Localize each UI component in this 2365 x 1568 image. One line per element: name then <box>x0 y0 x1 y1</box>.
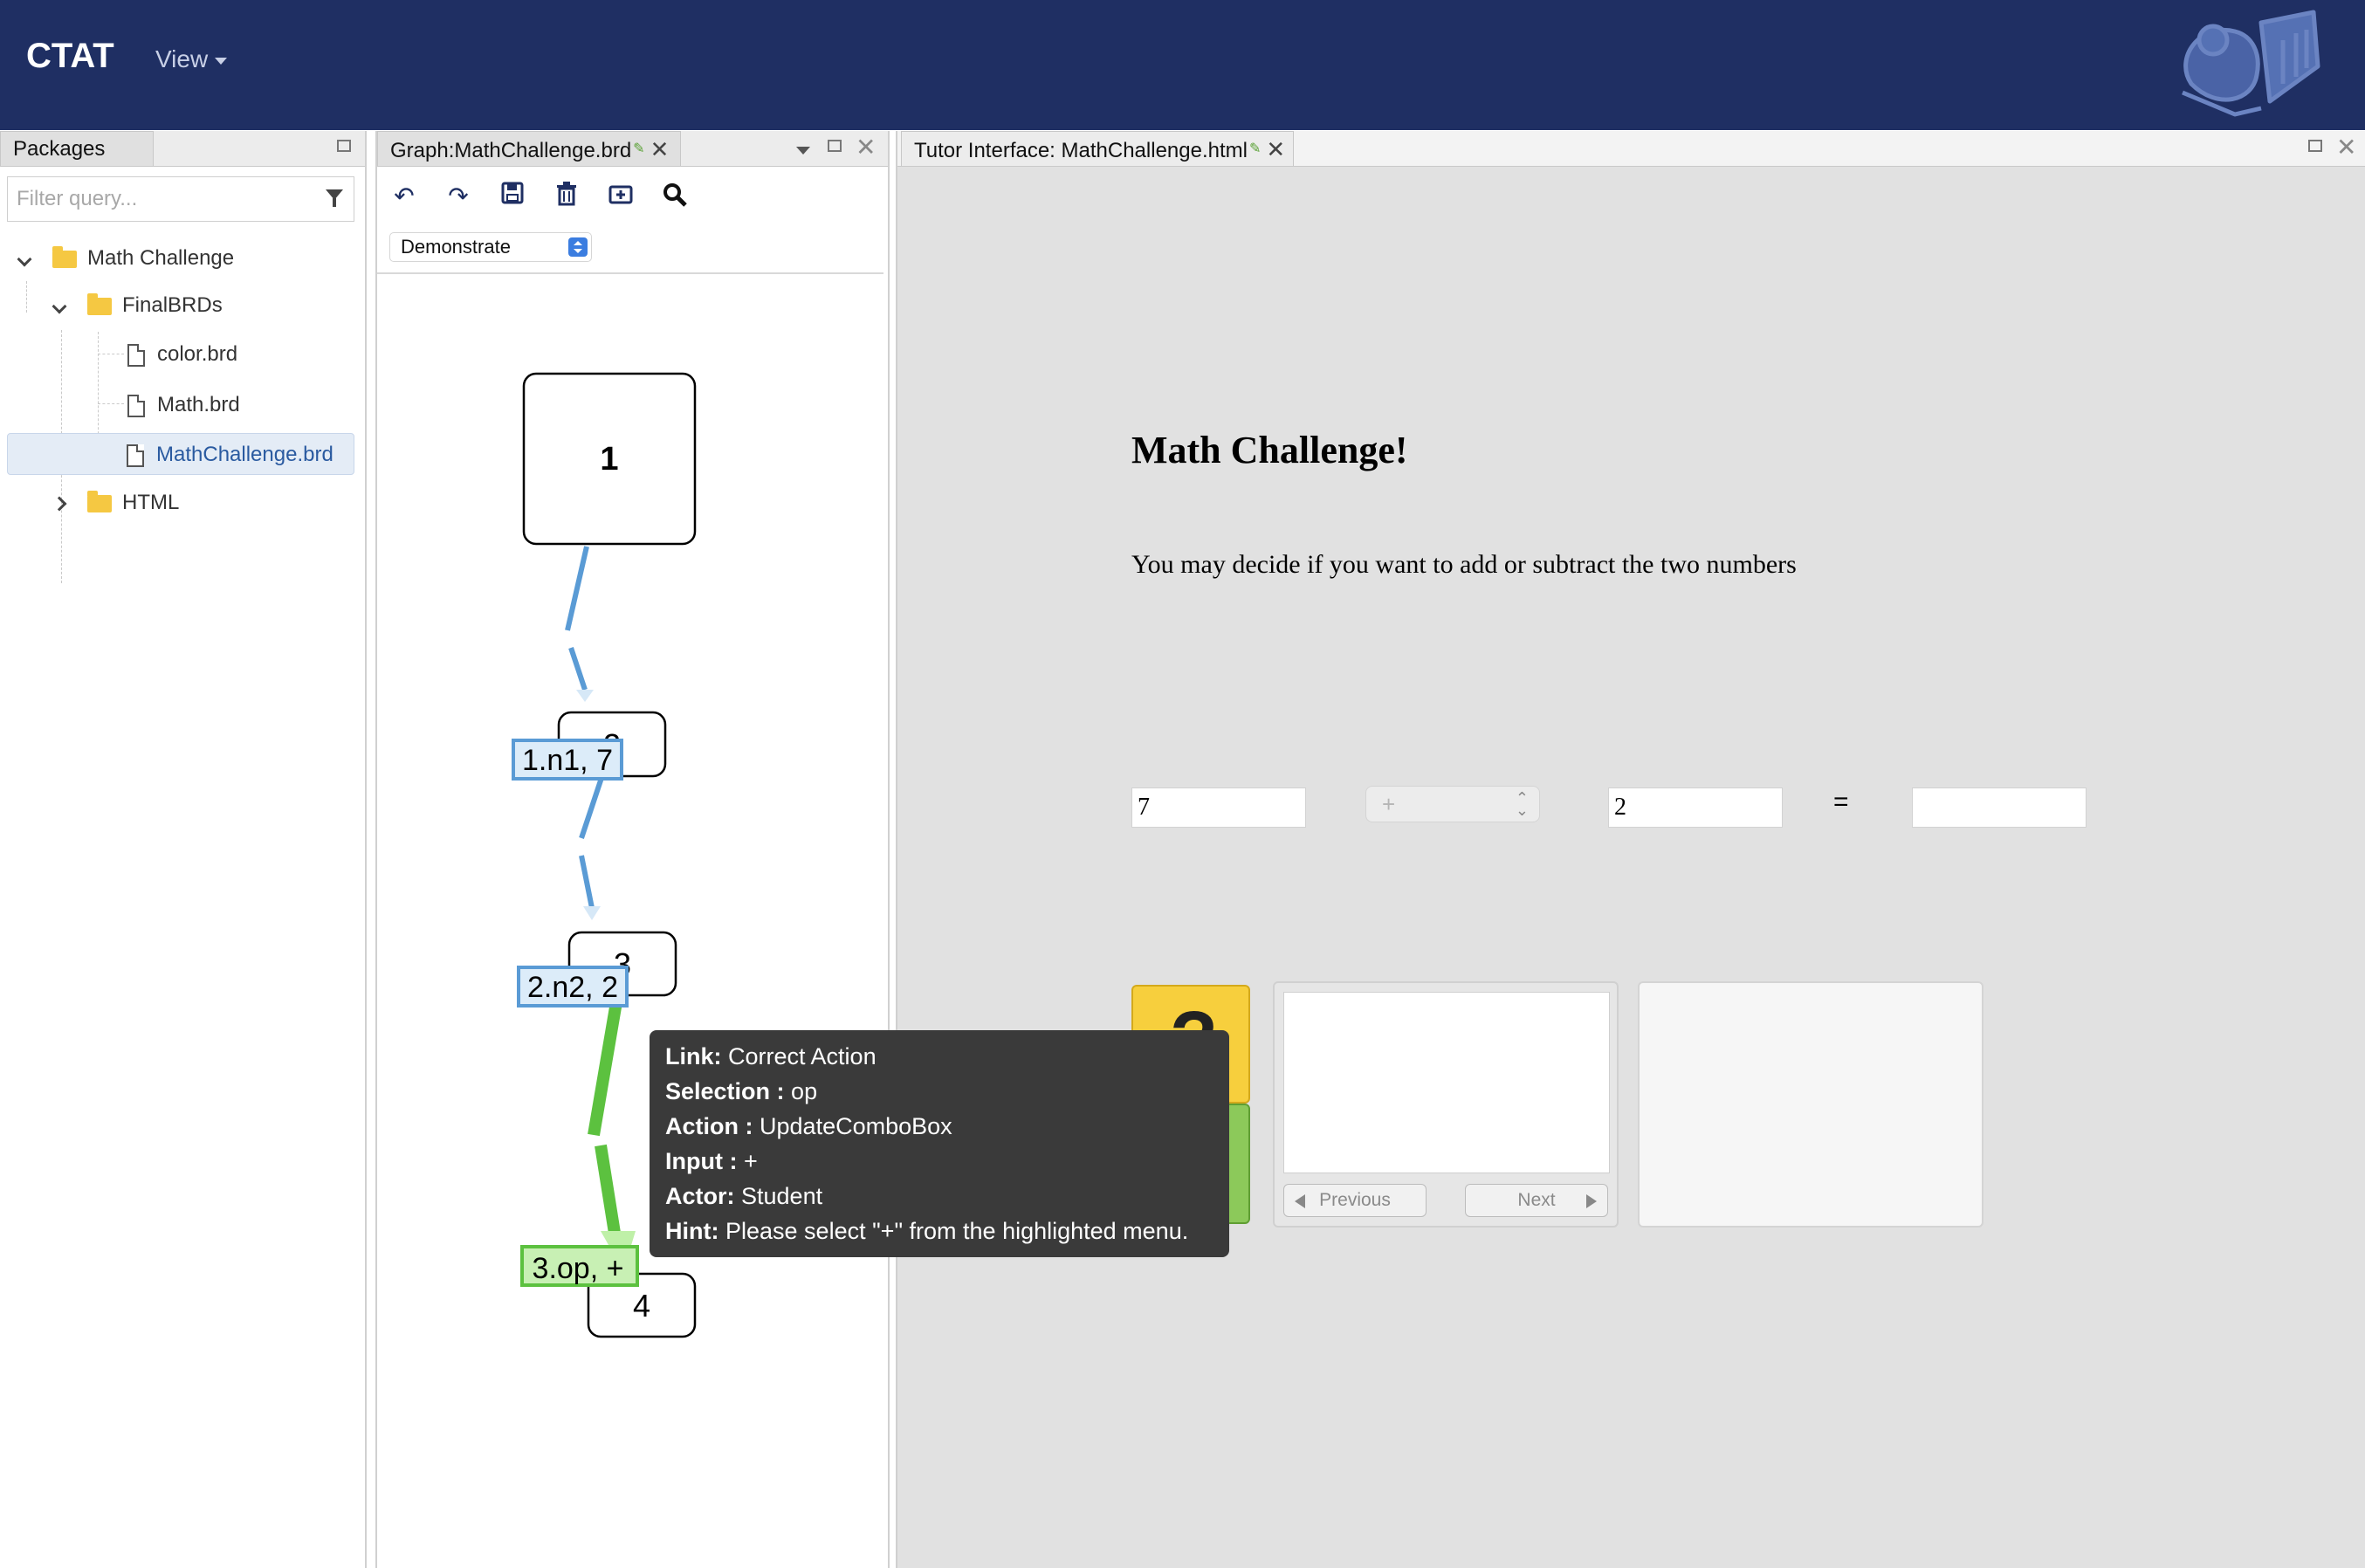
tree-item-label: HTML <box>122 491 180 514</box>
view-menu[interactable]: View <box>155 45 228 73</box>
folder-icon <box>87 490 112 512</box>
tree-item-html[interactable]: HTML <box>52 482 180 524</box>
edge-arrowhead <box>576 690 594 702</box>
maximize-icon[interactable] <box>2308 140 2322 152</box>
edge-label: 1.n1, 7 <box>522 744 613 777</box>
tree-item-finalbrds[interactable]: FinalBRDs <box>52 285 223 327</box>
edge-arrowhead <box>583 906 601 920</box>
tooltip-row-actor: Actor: Student <box>665 1179 1213 1214</box>
edge-line[interactable] <box>565 546 589 631</box>
packages-tabstrip: Packages <box>0 131 365 167</box>
skill-window <box>1638 981 1983 1228</box>
previous-button[interactable]: Previous <box>1283 1184 1427 1217</box>
behavior-graph: 1 2 3 4 1.n1, 7 2.n2, 2 3.op, + <box>512 372 697 1338</box>
chevron-right-icon <box>52 496 67 512</box>
tooltip-value: + <box>743 1148 758 1174</box>
tree-item-math-challenge[interactable]: Math Challenge <box>17 237 235 279</box>
chevron-down-icon <box>215 57 228 65</box>
tooltip-key: Actor: <box>665 1183 735 1209</box>
tooltip-value: UpdateComboBox <box>760 1113 952 1139</box>
tree-guide <box>98 403 124 404</box>
tree-item-file-selected[interactable]: MathChallenge.brd <box>7 433 354 475</box>
tooltip-key: Selection : <box>665 1078 785 1104</box>
tree-item-label: Math Challenge <box>87 246 235 270</box>
tutor-instructions: You may decide if you want to add or sub… <box>1131 550 1797 579</box>
number2-input[interactable]: 2 <box>1608 787 1783 828</box>
hint-text-area <box>1283 992 1610 1173</box>
tree-item-label: Math.brd <box>157 393 240 416</box>
tooltip-value: Student <box>741 1183 823 1209</box>
view-menu-label: View <box>155 45 209 72</box>
tutor-title: Math Challenge! <box>1131 429 1408 471</box>
tree-item-label: FinalBRDs <box>122 293 223 317</box>
close-icon[interactable]: ✕ <box>2336 133 2356 162</box>
chevron-left-icon <box>1295 1194 1305 1208</box>
operator-select-value: + <box>1382 791 1396 817</box>
tutor-interface-panel: Tutor Interface: MathChallenge.html ✎ ✕ ✕ … <box>896 131 2365 1568</box>
folder-icon <box>87 292 112 315</box>
file-icon <box>127 444 144 467</box>
answer-input[interactable] <box>1912 787 2087 828</box>
tab-tutor-label: Tutor Interface: MathChallenge.html <box>914 139 1248 162</box>
filter-box <box>7 176 354 222</box>
tab-packages-label: Packages <box>13 137 106 161</box>
tooltip-key: Input : <box>665 1148 738 1174</box>
chevron-down-icon <box>17 251 32 267</box>
tooltip-key: Link: <box>665 1043 722 1069</box>
edge-line[interactable] <box>579 855 595 909</box>
file-icon <box>127 394 145 417</box>
tree-item-label: color.brd <box>157 342 238 366</box>
chevron-down-icon <box>52 299 67 314</box>
next-button-label: Next <box>1517 1190 1556 1210</box>
tooltip-row-selection: Selection : op <box>665 1074 1213 1109</box>
next-button[interactable]: Next <box>1465 1184 1608 1217</box>
graph-node-label: 4 <box>633 1288 650 1324</box>
tooltip-row-action: Action : UpdateComboBox <box>665 1109 1213 1144</box>
packages-panel: Packages Math Challenge FinalBRDs color.… <box>0 131 367 1568</box>
tutor-tabstrip: Tutor Interface: MathChallenge.html ✎ ✕ ✕ <box>897 131 2365 167</box>
filter-query-input[interactable] <box>8 177 306 221</box>
chevron-right-icon <box>1586 1194 1597 1208</box>
tree-item-file[interactable]: Math.brd <box>127 384 240 426</box>
modified-icon: ✎ <box>1248 141 1262 156</box>
operator-select[interactable]: + ⌃ ⌄ <box>1365 786 1540 822</box>
file-icon <box>127 343 145 367</box>
graph-panel: Graph:MathChallenge.brd ✎ ✕ ✕ ↶ ↷ Demonstr… <box>375 131 890 1568</box>
app-brand: CTAT <box>26 37 114 75</box>
tooltip-row-hint: Hint: Please select "+" from the highlig… <box>665 1214 1213 1248</box>
filter-icon[interactable] <box>326 189 343 207</box>
edge-label: 3.op, + <box>533 1252 624 1285</box>
tooltip-row-link: Link: Correct Action <box>665 1039 1213 1074</box>
tooltip-key: Action : <box>665 1113 753 1139</box>
top-navigation-bar <box>0 0 2365 130</box>
tooltip-row-input: Input : + <box>665 1144 1213 1179</box>
select-arrows-icon: ⌃ ⌄ <box>1515 789 1529 819</box>
tooltip-key: Hint: <box>665 1218 719 1244</box>
graph-node-label: 1 <box>600 441 618 478</box>
equals-sign: = <box>1833 787 1849 816</box>
previous-button-label: Previous <box>1319 1190 1391 1210</box>
tree-item-label: MathChallenge.brd <box>156 443 333 466</box>
folder-icon <box>52 245 77 268</box>
tree-item-file[interactable]: color.brd <box>127 334 237 375</box>
edge-line[interactable] <box>568 647 588 691</box>
tooltip-value: op <box>791 1078 818 1104</box>
close-icon[interactable]: ✕ <box>1266 136 1285 162</box>
hint-window: Previous Next <box>1273 981 1619 1228</box>
tab-tutor-interface[interactable]: Tutor Interface: MathChallenge.html ✎ ✕ <box>901 131 1294 166</box>
edge-line[interactable] <box>579 774 605 839</box>
edge-label: 2.n2, 2 <box>527 971 618 1004</box>
tree-guide <box>26 281 27 313</box>
tooltip-value: Correct Action <box>728 1043 877 1069</box>
number1-input[interactable]: 7 <box>1131 787 1306 828</box>
tab-packages[interactable]: Packages <box>0 131 154 166</box>
link-tooltip: Link: Correct Action Selection : op Acti… <box>650 1030 1229 1257</box>
tooltip-value: Please select "+" from the highlighted m… <box>725 1218 1189 1244</box>
ctat-mascot-logo <box>2182 10 2320 117</box>
maximize-icon[interactable] <box>337 140 351 152</box>
edge-line-selected[interactable] <box>588 995 623 1137</box>
